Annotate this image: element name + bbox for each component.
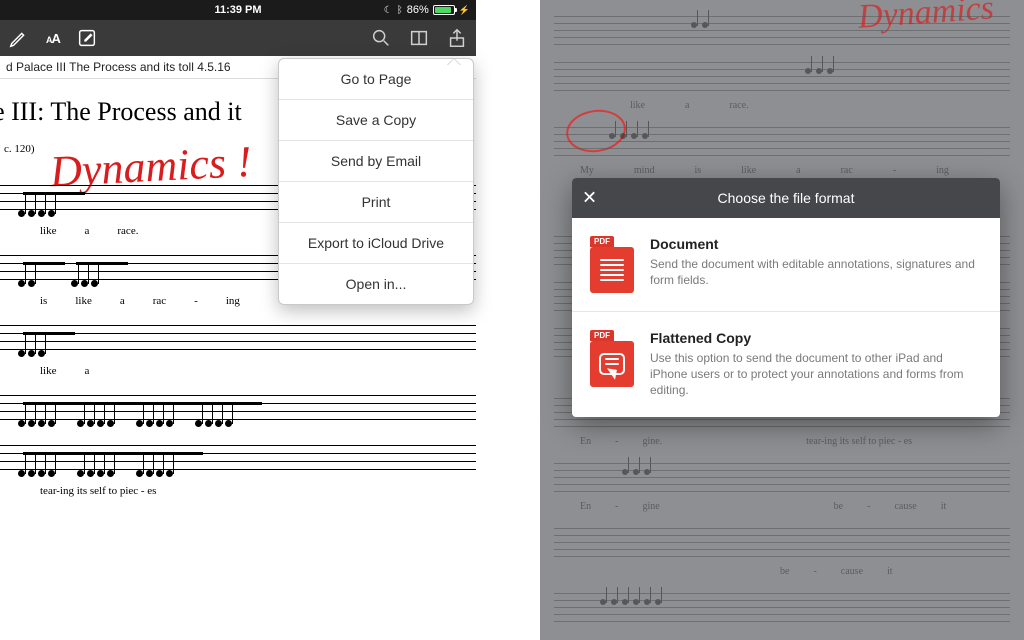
staff-line bbox=[0, 395, 476, 427]
menu-send-email[interactable]: Send by Email bbox=[279, 141, 473, 182]
modal-header: ✕ Choose the file format bbox=[572, 178, 1000, 218]
left-screenshot: 11:39 PM ☾ ᛒ 86% ⚡ AA bbox=[0, 0, 480, 640]
option-title: Flattened Copy bbox=[650, 330, 982, 346]
dnd-icon: ☾ bbox=[384, 5, 393, 16]
right-screenshot: Dynamics likearace. Mymindislikearac-ing… bbox=[540, 0, 1024, 640]
pdf-document-icon: PDF bbox=[590, 236, 634, 293]
option-document[interactable]: PDF Document Send the document with edit… bbox=[572, 218, 1000, 311]
lyrics-row: En-gine. tear-ing its self to piec - es bbox=[540, 436, 1024, 447]
file-format-modal: ✕ Choose the file format PDF Document Se… bbox=[572, 178, 1000, 417]
staff-line bbox=[0, 325, 476, 357]
modal-title: Choose the file format bbox=[718, 190, 855, 206]
menu-save-copy[interactable]: Save a Copy bbox=[279, 100, 473, 141]
lyrics-row: like a bbox=[0, 365, 476, 377]
staff-line bbox=[554, 16, 1010, 46]
battery-icon bbox=[433, 5, 455, 15]
option-text: Flattened Copy Use this option to send t… bbox=[650, 330, 982, 399]
lyrics-row: likearace. bbox=[540, 100, 1024, 111]
draw-icon[interactable] bbox=[8, 27, 30, 49]
menu-export-icloud[interactable]: Export to iCloud Drive bbox=[279, 223, 473, 264]
bluetooth-icon: ᛒ bbox=[397, 5, 403, 16]
staff-line bbox=[554, 463, 1010, 493]
menu-open-in[interactable]: Open in... bbox=[279, 264, 473, 304]
ios-status-bar: 11:39 PM ☾ ᛒ 86% ⚡ bbox=[0, 0, 476, 20]
staff-line bbox=[554, 62, 1010, 92]
status-right: ☾ ᛒ 86% ⚡ bbox=[384, 4, 470, 16]
battery-percent: 86% bbox=[407, 4, 429, 16]
option-text: Document Send the document with editable… bbox=[650, 236, 982, 293]
compose-icon[interactable] bbox=[76, 27, 98, 49]
staff-line bbox=[554, 593, 1010, 623]
pdf-flattened-icon: PDF bbox=[590, 330, 634, 399]
menu-go-to-page[interactable]: Go to Page bbox=[279, 59, 473, 100]
status-time: 11:39 PM bbox=[214, 4, 261, 16]
option-desc: Send the document with editable annotati… bbox=[650, 256, 982, 288]
lyrics-row: Mymindislikearac-ing bbox=[540, 165, 1024, 176]
staff-line bbox=[554, 528, 1010, 558]
lyrics-row: tear-ing its self to piec - es bbox=[0, 485, 476, 497]
text-size-icon[interactable]: AA bbox=[46, 31, 60, 46]
staff-line bbox=[0, 445, 476, 477]
option-desc: Use this option to send the document to … bbox=[650, 350, 982, 399]
lyrics-row: be-causeit bbox=[540, 566, 1024, 577]
close-icon[interactable]: ✕ bbox=[582, 188, 597, 209]
app-toolbar: AA bbox=[0, 20, 476, 56]
share-icon[interactable] bbox=[446, 27, 468, 49]
toolbar-right bbox=[370, 27, 468, 49]
staff-line bbox=[554, 127, 1010, 157]
charging-icon: ⚡ bbox=[459, 5, 470, 16]
bookmarks-icon[interactable] bbox=[408, 27, 430, 49]
lyrics-row: En-gine be-causeit bbox=[540, 501, 1024, 512]
screenshot-gap bbox=[480, 0, 540, 640]
menu-print[interactable]: Print bbox=[279, 182, 473, 223]
option-flattened[interactable]: PDF Flattened Copy Use this option to se… bbox=[572, 311, 1000, 417]
toolbar-left: AA bbox=[8, 27, 98, 49]
share-menu: Go to Page Save a Copy Send by Email Pri… bbox=[278, 58, 474, 305]
search-icon[interactable] bbox=[370, 27, 392, 49]
option-title: Document bbox=[650, 236, 982, 252]
